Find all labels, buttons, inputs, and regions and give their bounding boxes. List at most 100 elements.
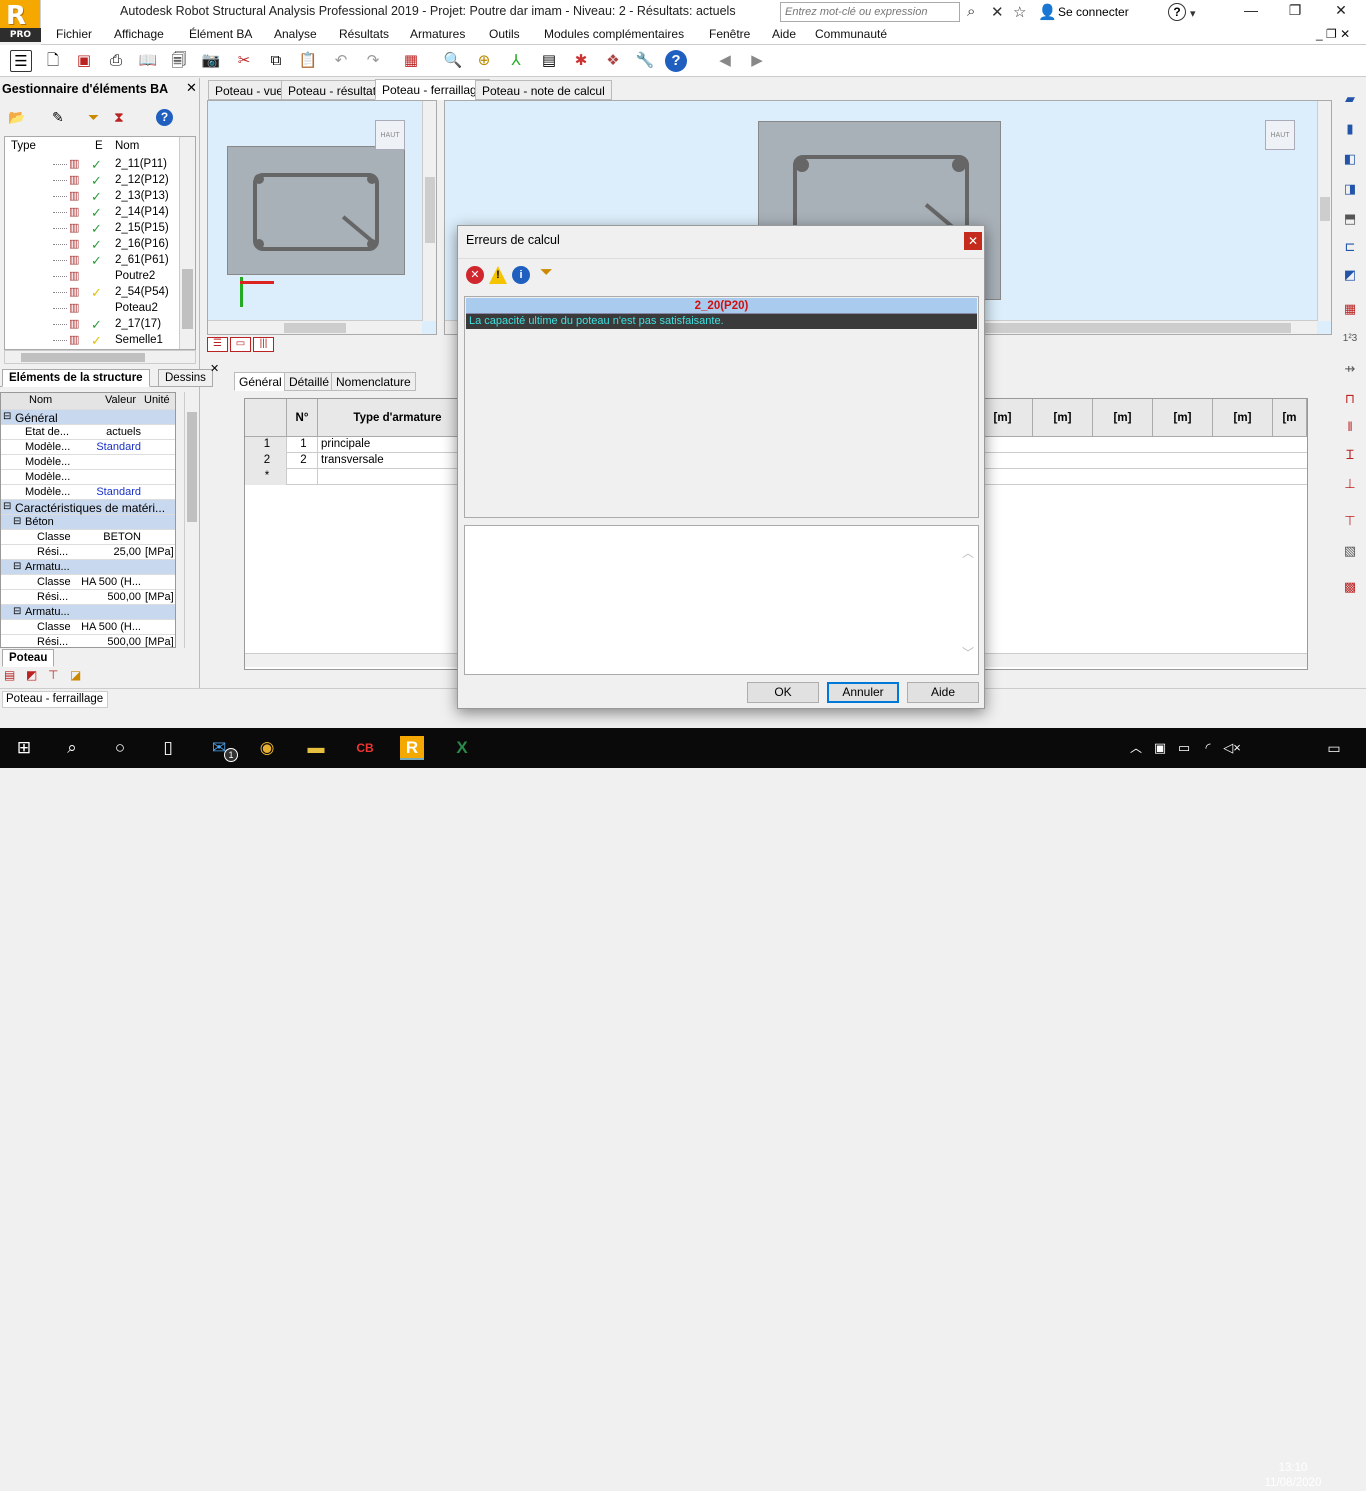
search-input[interactable]: Entrez mot-clé ou expression	[780, 2, 960, 22]
row-index[interactable]: 1	[245, 437, 287, 453]
redo-icon[interactable]: ↷	[362, 50, 384, 72]
info-filter-icon[interactable]: i	[512, 266, 530, 284]
binoculars-icon[interactable]: ⌕	[967, 3, 975, 20]
props-row[interactable]: Modèle...	[1, 470, 175, 485]
view-mode-3-icon[interactable]: |||	[253, 337, 274, 352]
props-subsection[interactable]: ⊟ Béton	[1, 515, 175, 530]
props-section[interactable]: ⊟ Général	[1, 410, 175, 425]
view-mode-2-icon[interactable]: ▭	[230, 337, 251, 352]
menu-analyse[interactable]: Analyse	[274, 27, 317, 41]
tab-poteau-vue[interactable]: Poteau - vue	[208, 80, 291, 100]
forward-arrow-icon[interactable]: ▶	[746, 50, 768, 72]
settings-icon[interactable]: ✱	[570, 50, 592, 72]
props-section[interactable]: ⊟ Caractéristiques de matéri...	[1, 500, 175, 515]
row-num[interactable]: 1	[287, 437, 318, 453]
tree-item[interactable]: ▥ ✓ 2_16(P16)	[5, 237, 185, 253]
collapse-icon[interactable]: ⊟	[3, 501, 11, 512]
wrench-icon[interactable]: 🔧	[634, 50, 656, 72]
rebar-grid-icon[interactable]: ▦	[1338, 298, 1362, 320]
maximize-button[interactable]: ❐	[1280, 2, 1310, 22]
prop-value[interactable]: 500,00	[75, 591, 141, 603]
chrome-icon[interactable]: ◉	[255, 736, 279, 760]
detail-scroll-up-icon[interactable]: ︿	[962, 544, 974, 561]
tree-item[interactable]: ▥ ✓ Semelle1	[5, 333, 185, 349]
wall-icon[interactable]: ◨	[1338, 178, 1362, 200]
prop-value[interactable]: Standard	[75, 441, 141, 453]
hourglass-icon[interactable]: ⧗	[114, 109, 124, 126]
anchor-icon[interactable]: ⊥	[1338, 473, 1362, 495]
tray-device-icon[interactable]: ▣	[1148, 736, 1172, 760]
props-scrollbar[interactable]	[184, 392, 198, 648]
close-button[interactable]: ✕	[1326, 2, 1356, 22]
tab-poteau[interactable]: Poteau	[2, 649, 55, 667]
help-dropdown-icon[interactable]: ▾	[1190, 7, 1196, 20]
tree-item[interactable]: ▥ ✓ 2_54(P54)	[5, 285, 185, 301]
stairs-icon[interactable]: ⊏	[1338, 236, 1362, 258]
menu-affichage[interactable]: Affichage	[114, 27, 164, 41]
row-num[interactable]	[287, 469, 318, 485]
bar-icon[interactable]: ǁ	[1338, 416, 1362, 438]
props-row[interactable]: Rési... 500,00 [MPa]	[1, 635, 175, 647]
small-hscroll-thumb[interactable]	[284, 323, 346, 333]
row-index[interactable]: *	[245, 469, 287, 485]
row-num[interactable]: 2	[287, 453, 318, 469]
wifi-icon[interactable]: ◜	[1196, 736, 1220, 760]
menu-element-ba[interactable]: Élément BA	[189, 27, 252, 41]
tab-nomenclature[interactable]: Nomenclature	[331, 372, 416, 391]
battery-icon[interactable]: ▭	[1172, 736, 1196, 760]
sign-in-link[interactable]: Se connecter	[1058, 5, 1129, 19]
row-type[interactable]: transversale	[318, 453, 478, 469]
menu-resultats[interactable]: Résultats	[339, 27, 389, 41]
collapse-icon[interactable]: ⊟	[13, 516, 21, 527]
help-icon[interactable]: ?	[1168, 3, 1186, 21]
row-index[interactable]: 2	[245, 453, 287, 469]
error-group-header[interactable]: 2_20(P20)	[466, 298, 977, 314]
prop-value[interactable]: HA 500 (H...	[75, 621, 141, 633]
menu-outils[interactable]: Outils	[489, 27, 520, 41]
props-row[interactable]: Modèle... Standard	[1, 440, 175, 455]
copy-icon[interactable]: ⧉	[265, 50, 287, 72]
book-icon[interactable]: 📖	[137, 50, 159, 72]
prop-value[interactable]: HA 500 (H...	[75, 576, 141, 588]
task-view-icon[interactable]: ▯	[156, 736, 180, 760]
error-filter-icon[interactable]: ✕	[466, 266, 484, 284]
folder-icon[interactable]: 📂	[8, 109, 25, 126]
star-icon[interactable]: ☆	[1013, 3, 1026, 21]
minimize-button[interactable]: —	[1236, 2, 1266, 22]
menu-communaute[interactable]: Communauté	[815, 27, 887, 41]
view-cube[interactable]: HAUT	[375, 120, 405, 150]
notifications-icon[interactable]: ▭	[1322, 736, 1346, 760]
panel-close-icon[interactable]: ✕	[186, 80, 197, 96]
dimension-icon[interactable]: ⇸	[1338, 358, 1362, 380]
tree-item[interactable]: ▥ ✓ 2_17(17)	[5, 317, 185, 333]
export-icon[interactable]: ▧	[1338, 540, 1362, 562]
bottom-icon-1[interactable]: ▤	[4, 668, 15, 682]
props-row[interactable]: Classe HA 500 (H...	[1, 575, 175, 590]
save-icon[interactable]: ▣	[73, 50, 95, 72]
warning-filter-icon[interactable]: !	[489, 266, 507, 284]
prop-value[interactable]: 500,00	[75, 636, 141, 647]
tab-detaille[interactable]: Détaillé	[284, 372, 335, 391]
tab-poteau-note[interactable]: Poteau - note de calcul	[475, 80, 612, 100]
layout-icon[interactable]: ☰	[10, 50, 32, 72]
menu-aide[interactable]: Aide	[772, 27, 796, 41]
tree-item[interactable]: ▥ Poteau2	[5, 301, 185, 317]
small-view-hscroll[interactable]	[208, 320, 422, 334]
props-row[interactable]: Rési... 500,00 [MPa]	[1, 590, 175, 605]
back-arrow-icon[interactable]: ◀	[714, 50, 736, 72]
tab-dessins[interactable]: Dessins	[158, 369, 213, 387]
filter-dropdown-icon[interactable]: ⏷	[540, 264, 553, 282]
dialog-close-button[interactable]: ✕	[964, 232, 982, 250]
preview-icon[interactable]: 🗐	[168, 50, 190, 72]
footing-icon[interactable]: ⬒	[1338, 208, 1362, 230]
ok-button[interactable]: OK	[747, 682, 819, 703]
tree-hscroll-thumb[interactable]	[21, 353, 145, 362]
props-scroll-thumb[interactable]	[187, 412, 197, 522]
props-row[interactable]: Classe HA 500 (H...	[1, 620, 175, 635]
tree-scroll-thumb[interactable]	[182, 269, 193, 329]
target-icon[interactable]: ⊕	[473, 50, 495, 72]
user-icon[interactable]: 👤	[1038, 3, 1057, 21]
detail-scroll-down-icon[interactable]: ﹀	[962, 644, 974, 661]
tree-scrollbar[interactable]	[179, 137, 195, 349]
main-view-vscroll[interactable]	[1317, 101, 1331, 321]
